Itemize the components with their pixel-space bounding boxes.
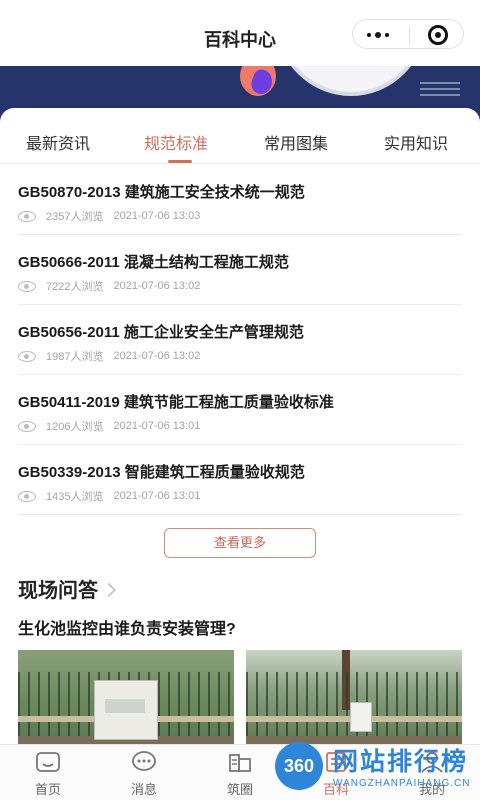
qa-photo[interactable] [18,650,234,750]
list-item[interactable]: GB50666-2011 混凝土结构工程施工规范 7222人浏览 2021-07… [18,235,462,305]
circle-icon [229,754,251,772]
eye-icon [18,421,36,432]
nav-label: 筑圈 [226,782,253,797]
eye-icon [18,211,36,222]
watermark: 360 网站排行榜 WANGZHANPAIHANG.CN [275,740,475,800]
tab-atlas[interactable]: 常用图集 [264,130,328,154]
app-header: 百科中心 [0,0,480,66]
tab-practical-knowledge[interactable]: 实用知识 [384,130,448,154]
article-list: GB50870-2013 建筑施工安全技术统一规范 2357人浏览 2021-0… [18,165,462,515]
list-item[interactable]: GB50870-2013 建筑施工安全技术统一规范 2357人浏览 2021-0… [18,165,462,235]
tab-active-indicator [168,160,192,163]
nav-circle[interactable]: 筑圈 [210,751,270,798]
view-count: 2357人浏览 [46,211,104,223]
article-meta: 1987人浏览 2021-07-06 13:02 [18,348,200,364]
article-meta: 2357人浏览 2021-07-06 13:03 [18,208,200,224]
publish-time: 2021-07-06 13:01 [113,490,201,502]
qa-section-title: 现场问答 [18,580,98,602]
list-item[interactable]: GB50656-2011 施工企业安全生产管理规范 1987人浏览 2021-0… [18,305,462,375]
article-meta: 1206人浏览 2021-07-06 13:01 [18,418,200,434]
view-count: 7222人浏览 [46,281,104,293]
watermark-badge: 360 [275,742,323,790]
publish-time: 2021-07-06 13:02 [113,350,201,362]
publish-time: 2021-07-06 13:01 [113,420,201,432]
target-close-icon[interactable] [428,25,448,45]
watermark-text: 网站排行榜 [333,748,469,776]
article-meta: 7222人浏览 2021-07-06 13:02 [18,278,200,294]
publish-time: 2021-07-06 13:03 [113,210,201,222]
eye-icon [18,351,36,362]
article-title: GB50870-2013 建筑施工安全技术统一规范 [18,184,305,201]
view-count: 1987人浏览 [46,351,104,363]
list-item[interactable]: GB50411-2019 建筑节能工程施工质量验收标准 1206人浏览 2021… [18,375,462,445]
chevron-right-icon [101,582,117,597]
eye-icon [18,491,36,502]
list-item[interactable]: GB50339-2013 智能建筑工程质量验收规范 1435人浏览 2021-0… [18,445,462,515]
photo-detail [94,680,158,740]
content-card: 最新资讯 规范标准 常用图集 实用知识 GB50870-2013 建筑施工安全技… [0,108,480,528]
mini-program-capsule [352,19,464,49]
home-icon [36,752,60,772]
tab-standards[interactable]: 规范标准 [144,130,208,154]
nav-messages[interactable]: 消息 [114,751,174,798]
view-count: 1435人浏览 [46,491,104,503]
article-title: GB50666-2011 混凝土结构工程施工规范 [18,254,289,271]
qa-question-title[interactable]: 生化池监控由谁负责安装管理? [18,615,236,639]
capsule-divider [409,27,410,43]
article-title: GB50656-2011 施工企业安全生产管理规范 [18,324,304,341]
banner-decoration [276,66,426,96]
nav-home[interactable]: 首页 [18,751,78,798]
category-tabs: 最新资讯 规范标准 常用图集 实用知识 [0,108,480,164]
view-count: 1206人浏览 [46,421,104,433]
watermark-url: WANGZHANPAIHANG.CN [333,778,471,789]
view-more-button[interactable]: 查看更多 [164,528,316,558]
article-meta: 1435人浏览 2021-07-06 13:01 [18,488,200,504]
nav-label: 消息 [130,782,157,797]
photo-detail [350,702,372,732]
qa-photo[interactable] [246,650,462,750]
nav-label: 首页 [34,782,61,797]
more-dots-icon[interactable] [367,32,393,38]
message-icon [132,751,156,771]
qa-section-header[interactable]: 现场问答 [18,574,117,603]
eye-icon [18,281,36,292]
publish-time: 2021-07-06 13:02 [113,280,201,292]
banner-decoration [420,82,460,102]
tab-latest-news[interactable]: 最新资讯 [26,130,90,154]
article-title: GB50339-2013 智能建筑工程质量验收规范 [18,464,305,481]
article-title: GB50411-2019 建筑节能工程施工质量验收标准 [18,394,334,411]
